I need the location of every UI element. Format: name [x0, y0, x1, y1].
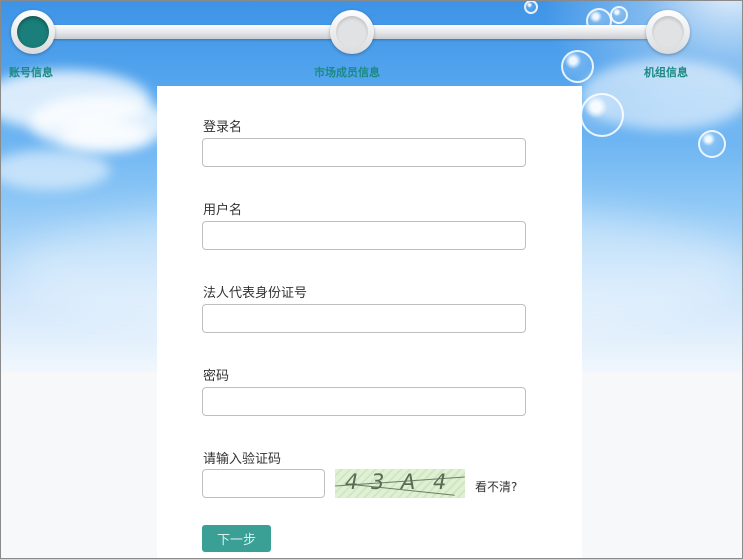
step-3-label: 机组信息 — [644, 66, 688, 79]
captcha-label: 请输入验证码 — [203, 452, 282, 467]
step-3-node[interactable] — [646, 10, 690, 54]
username-input[interactable] — [202, 221, 526, 250]
login-name-label: 登录名 — [203, 120, 243, 135]
registration-form: 登录名 用户名 法人代表身份证号 密码 请输入验证码 4 3 A 4 看不清? … — [157, 86, 582, 559]
captcha-input[interactable] — [202, 469, 325, 498]
password-label: 密码 — [203, 369, 230, 384]
legal-rep-id-input[interactable] — [202, 304, 526, 333]
password-input[interactable] — [202, 387, 526, 416]
captcha-char: 4 — [433, 470, 447, 494]
step-1-node[interactable] — [11, 10, 55, 54]
captcha-image[interactable]: 4 3 A 4 — [335, 469, 465, 498]
step-2-node[interactable] — [330, 10, 374, 54]
login-name-input[interactable] — [202, 138, 526, 167]
username-label: 用户名 — [203, 203, 243, 218]
captcha-char: A — [401, 470, 416, 494]
step-1-label: 账号信息 — [9, 66, 53, 79]
captcha-char: 4 — [345, 470, 359, 494]
legal-rep-id-label: 法人代表身份证号 — [203, 286, 308, 301]
next-step-button[interactable]: 下一步 — [202, 525, 271, 552]
captcha-char: 3 — [371, 470, 385, 494]
captcha-refresh-link[interactable]: 看不清? — [475, 478, 517, 495]
step-2-label: 市场成员信息 — [314, 66, 380, 79]
